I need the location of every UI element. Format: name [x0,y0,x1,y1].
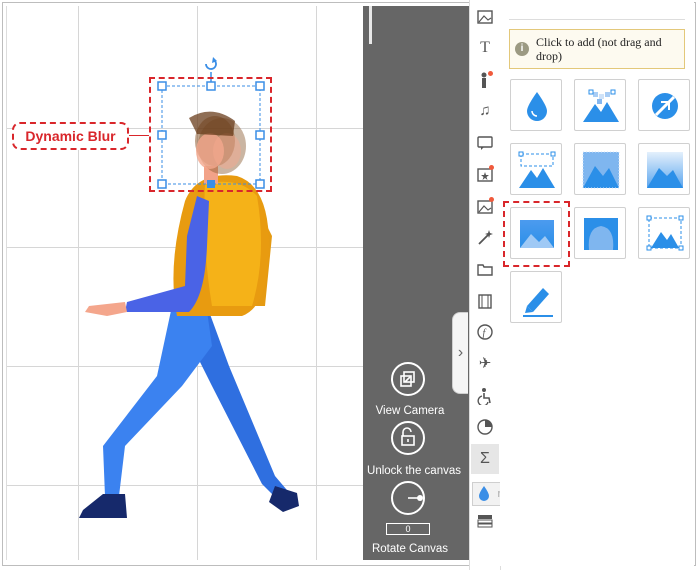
selection-mountain-tile[interactable] [510,143,562,195]
dynamic-blur-label: Dynamic Blur [12,122,129,150]
svg-text:f: f [483,328,487,339]
rotate-value-input[interactable]: 0 [386,523,430,535]
rotate-dial-icon [408,495,423,501]
view-camera-label: View Camera [375,405,445,417]
droplet-icon [527,92,547,121]
special-effect-icon[interactable] [476,165,494,183]
film-icon[interactable] [476,292,494,310]
pixelate-mountain-tile[interactable] [574,79,626,131]
circle-slash-tile[interactable] [638,79,690,131]
panel-divider [509,19,685,20]
airplane-icon[interactable]: ✈ [476,355,494,373]
magic-wand-icon[interactable] [476,228,494,246]
rotate-canvas-dial[interactable] [391,481,425,515]
text-icon[interactable]: T [476,39,494,57]
unlock-icon [401,427,415,446]
collapse-panel-handle[interactable]: › [452,312,468,394]
brush-pen-tile[interactable] [510,271,562,323]
chevron-right-icon: › [457,344,464,361]
hint-box: i Click to add (not drag and drop) [509,29,685,69]
picture-icon[interactable] [476,197,494,215]
scroll-indicator [369,6,372,44]
circle-slash-icon [652,93,678,119]
notification-dot [489,197,494,202]
folder-icon[interactable] [476,260,494,278]
blob-icon [584,218,618,250]
gradient-mountain-tile[interactable] [638,143,690,195]
notification-dot [488,71,493,76]
selection-mountain-icon [518,151,556,188]
dynamic-blur-highlight [503,201,570,267]
stack-icon[interactable] [476,512,494,530]
speech-icon[interactable] [476,134,494,152]
hint-text: Click to add (not drag and drop) [536,35,662,63]
music-icon[interactable]: ♫ [476,102,494,120]
brush-pen-icon [523,288,553,317]
pixelate-icon [583,89,619,122]
camera-view-icon [400,371,415,387]
rotate-canvas-label: Rotate Canvas [371,543,449,555]
selection-mountain-small-tile[interactable] [638,207,690,259]
noise-mountain-icon [582,151,620,189]
person-icon[interactable] [476,71,494,89]
unlock-canvas-label: Unlock the canvas [367,465,461,477]
droplet-icon[interactable] [477,485,491,506]
gradient-mountain-icon [647,152,683,188]
sigma-icon[interactable]: Σ [476,450,494,468]
noise-mountain-tile[interactable] [574,143,626,195]
selection-highlight [149,77,272,192]
notification-dot [489,165,494,170]
annotation-connector [129,135,149,136]
unlock-canvas-button[interactable] [391,421,425,455]
function-icon[interactable]: f [476,323,494,341]
info-icon: i [515,42,529,56]
pie-chart-icon[interactable] [476,418,494,436]
image-icon[interactable] [476,8,494,26]
droplet-effect-tile[interactable] [510,79,562,131]
accessibility-icon[interactable] [476,387,494,407]
selection-mountain-small-icon [646,215,684,251]
blob-shape-tile[interactable] [574,207,626,259]
view-camera-button[interactable] [391,362,425,396]
